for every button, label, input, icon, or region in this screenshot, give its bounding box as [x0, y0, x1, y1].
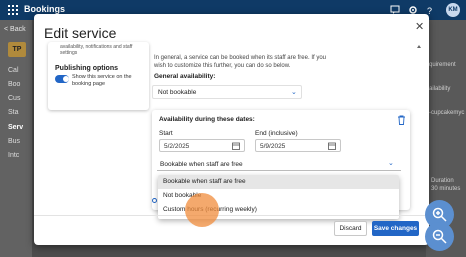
app-launcher-icon[interactable]	[8, 5, 18, 15]
truncated-description: availability, notifications and staff se…	[60, 44, 133, 56]
start-date-value: 5/2/2025	[164, 142, 190, 150]
start-date-label: Start	[159, 130, 173, 137]
date-availability-select[interactable]: Bookable when staff are free ⌄	[157, 158, 401, 171]
publish-toggle-label: Show this service on the booking page	[72, 74, 132, 87]
pointer-highlight	[185, 193, 219, 227]
user-avatar[interactable]: KM	[446, 3, 460, 17]
nav-item-bookings[interactable]: Boo	[8, 81, 20, 88]
nav-item-staff[interactable]: Sta	[8, 109, 19, 116]
discard-button[interactable]: Discard	[334, 221, 367, 236]
calendar-icon[interactable]	[328, 142, 336, 150]
general-availability-value: Not bookable	[158, 89, 197, 96]
end-date-value: 5/9/2025	[260, 142, 286, 150]
publish-toggle[interactable]	[55, 75, 69, 83]
nav-item-customers[interactable]: Cus	[8, 95, 20, 102]
nav-item-services[interactable]: Serv	[8, 124, 23, 131]
left-navigation: < Back TP Cal Boo Cus Sta Serv Bus Intc	[0, 20, 32, 257]
chevron-down-icon: ⌄	[388, 160, 394, 167]
nav-item-calendar[interactable]: Cal	[8, 67, 19, 74]
calendar-icon[interactable]	[232, 142, 240, 150]
svg-text:?: ?	[427, 6, 432, 15]
bg-text-fragment: quirement	[429, 62, 456, 68]
delete-icon[interactable]	[397, 115, 406, 125]
bg-text-fragment: 30 minutes	[431, 186, 461, 192]
zoom-out-button[interactable]	[425, 222, 454, 251]
dialog-title: Edit service	[44, 25, 117, 41]
general-availability-select[interactable]: Not bookable ⌄	[152, 85, 302, 99]
availability-intro-text: In general, a service can be booked when…	[154, 55, 326, 69]
end-date-input[interactable]: 5/9/2025	[255, 139, 341, 152]
app-title: Bookings	[24, 4, 66, 14]
footer-divider	[34, 215, 429, 216]
close-icon[interactable]: ✕	[415, 20, 424, 33]
general-availability-label: General availability:	[154, 73, 216, 80]
zoom-in-icon	[432, 207, 447, 222]
save-changes-button[interactable]: Save changes	[372, 221, 419, 236]
toggle-knob	[63, 76, 69, 82]
dialog-scrollbar[interactable]	[416, 44, 422, 194]
nav-item-integrations[interactable]: Intc	[8, 152, 19, 159]
back-link[interactable]: < Back	[4, 26, 26, 33]
end-date-label: End (inclusive)	[255, 130, 298, 137]
business-logo: TP	[8, 42, 26, 57]
bg-text-fragment: -cupcakemyc	[429, 110, 465, 116]
date-availability-title: Availability during these dates:	[159, 116, 255, 123]
add-range-icon[interactable]	[152, 198, 157, 203]
chevron-down-icon: ⌄	[291, 89, 297, 96]
zoom-out-icon	[432, 229, 447, 244]
edit-service-dialog: Edit service ✕ availability, notificatio…	[34, 14, 429, 245]
bg-text-fragment: ailability	[429, 86, 451, 92]
bg-text-fragment: Duration	[431, 178, 454, 184]
date-availability-value: Bookable when staff are free	[160, 161, 243, 168]
nav-item-business[interactable]: Bus	[8, 138, 20, 145]
dropdown-option-bookable[interactable]: Bookable when staff are free	[158, 175, 399, 189]
service-settings-card: availability, notifications and staff se…	[48, 42, 149, 110]
start-date-input[interactable]: 5/2/2025	[159, 139, 245, 152]
publishing-options-heading: Publishing options	[55, 65, 118, 72]
